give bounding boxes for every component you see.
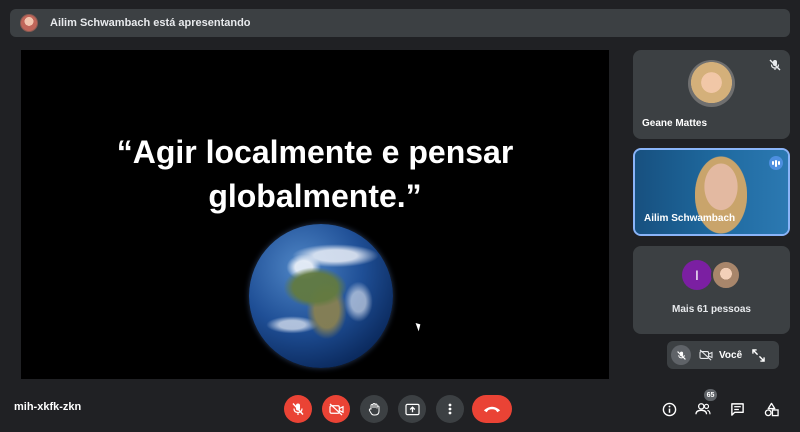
- chat-button[interactable]: [727, 399, 747, 419]
- participant-tile-ailim[interactable]: Ailim Schwambach: [633, 148, 790, 236]
- meeting-code: mih-xkfk-zkn: [14, 401, 82, 413]
- leave-call-button[interactable]: [472, 395, 512, 423]
- presentation-quote: “Agir localmente e pensar globalmente.”: [116, 134, 514, 214]
- more-participants-tile[interactable]: I Mais 61 pessoas: [633, 246, 790, 334]
- participant-name: Geane Mattes: [642, 118, 708, 129]
- raise-hand-button[interactable]: [360, 395, 388, 423]
- meeting-details-button[interactable]: [659, 399, 679, 419]
- self-view-bar: Você: [667, 341, 779, 369]
- presenter-banner-text: Ailim Schwambach está apresentando: [50, 17, 251, 29]
- mic-off-icon: [768, 58, 782, 72]
- people-count-badge: 65: [704, 389, 717, 401]
- presentation-stage[interactable]: “Agir localmente e pensar globalmente.”: [21, 50, 609, 379]
- self-mic-off-button[interactable]: [671, 345, 691, 365]
- speaking-indicator-icon: [769, 156, 783, 170]
- expand-icon[interactable]: [752, 348, 765, 362]
- more-options-button[interactable]: [436, 395, 464, 423]
- self-view-label: Você: [719, 349, 743, 361]
- mic-toggle-button[interactable]: [284, 395, 312, 423]
- participant-photo-avatar: [711, 260, 741, 290]
- camera-toggle-button[interactable]: [322, 395, 350, 423]
- participant-tile-geane[interactable]: Geane Mattes: [633, 50, 790, 139]
- participant-initial-avatar: I: [682, 260, 712, 290]
- earth-globe-image: [249, 224, 393, 368]
- more-people-label: Mais 61 pessoas: [672, 304, 751, 315]
- people-button[interactable]: [693, 399, 713, 419]
- camera-off-icon[interactable]: [699, 349, 713, 361]
- presenter-avatar: [20, 14, 38, 32]
- presenter-banner: Ailim Schwambach está apresentando: [10, 9, 790, 37]
- present-screen-button[interactable]: [398, 395, 426, 423]
- mouse-cursor: [415, 321, 423, 332]
- activities-button[interactable]: [761, 399, 781, 419]
- participant-name: Ailim Schwambach: [644, 213, 736, 224]
- participant-avatar: [688, 60, 735, 107]
